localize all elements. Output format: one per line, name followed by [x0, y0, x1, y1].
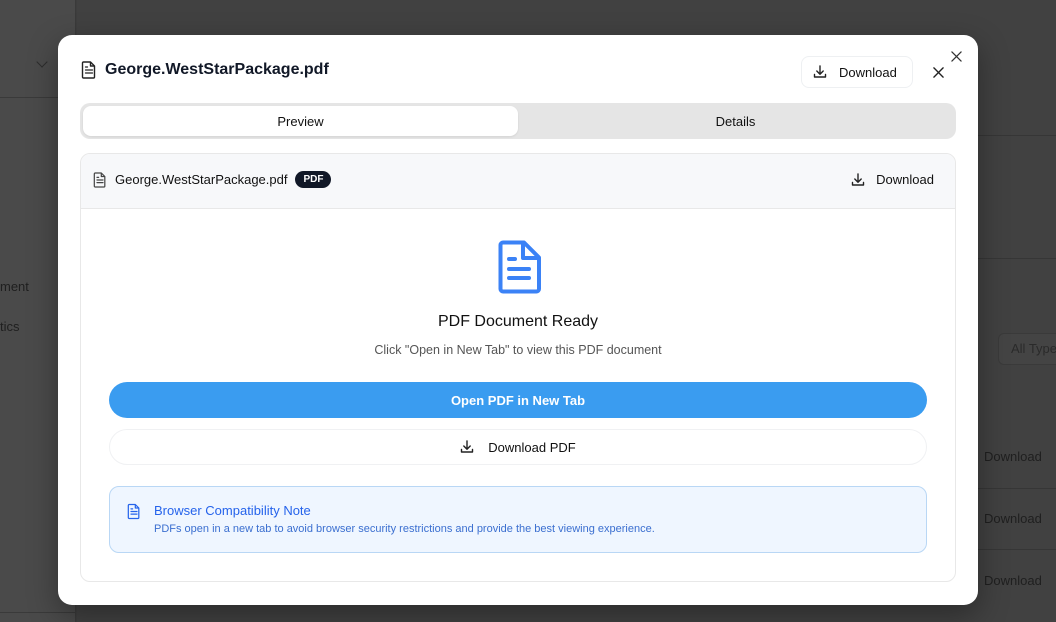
file-type-badge: PDF — [295, 171, 332, 188]
file-text-icon — [127, 503, 140, 520]
download-icon — [460, 440, 474, 454]
file-info: George.WestStarPackage.pdf PDF — [93, 171, 332, 188]
tab-details[interactable]: Details — [518, 106, 953, 136]
preview-title: PDF Document Ready — [437, 313, 599, 330]
note-body: PDFs open in a new tab to avoid browser … — [154, 523, 655, 535]
download-pdf-button[interactable]: Download PDF — [109, 429, 927, 465]
file-text-icon — [81, 61, 97, 79]
file-preview-modal: George.WestStarPackage.pdf Download Prev… — [58, 35, 978, 605]
row-download-link[interactable]: Download — [984, 573, 1042, 588]
compatibility-note: Browser Compatibility Note PDFs open in … — [109, 486, 927, 553]
type-filter-label: All Type — [1011, 341, 1056, 356]
header-download-button[interactable]: Download — [801, 56, 913, 88]
header-download-label: Download — [839, 64, 897, 80]
tab-preview[interactable]: Preview — [83, 106, 518, 136]
file-name: George.WestStarPackage.pdf — [115, 172, 288, 187]
file-download-button[interactable]: Download — [851, 172, 934, 187]
close-icon[interactable] — [929, 63, 947, 81]
file-download-label: Download — [876, 172, 934, 187]
file-preview-card: George.WestStarPackage.pdf PDF Download … — [80, 153, 956, 582]
divider — [977, 549, 1056, 550]
download-pdf-label: Download PDF — [488, 439, 576, 455]
row-download-link[interactable]: Download — [984, 511, 1042, 526]
sidebar-item-label[interactable]: ment — [0, 279, 29, 294]
divider — [977, 488, 1056, 489]
close-icon[interactable] — [947, 47, 965, 65]
document-icon — [498, 240, 541, 294]
open-in-new-tab-button[interactable]: Open PDF in New Tab — [109, 382, 927, 418]
file-text-icon — [93, 171, 107, 188]
sidebar-divider — [0, 612, 76, 613]
row-download-link[interactable]: Download — [984, 449, 1042, 464]
modal-title: George.WestStarPackage.pdf — [105, 61, 329, 78]
divider — [977, 135, 1056, 136]
tab-bar: Preview Details — [80, 103, 956, 139]
sidebar-item-label[interactable]: tics — [0, 319, 20, 334]
download-icon — [851, 172, 865, 187]
modal-header: George.WestStarPackage.pdf — [81, 61, 329, 79]
file-header: George.WestStarPackage.pdf PDF Download — [81, 154, 955, 209]
preview-subtitle: Click "Open in New Tab" to view this PDF… — [374, 343, 662, 357]
note-title: Browser Compatibility Note — [154, 503, 311, 518]
divider — [977, 258, 1056, 259]
download-icon — [813, 65, 827, 79]
